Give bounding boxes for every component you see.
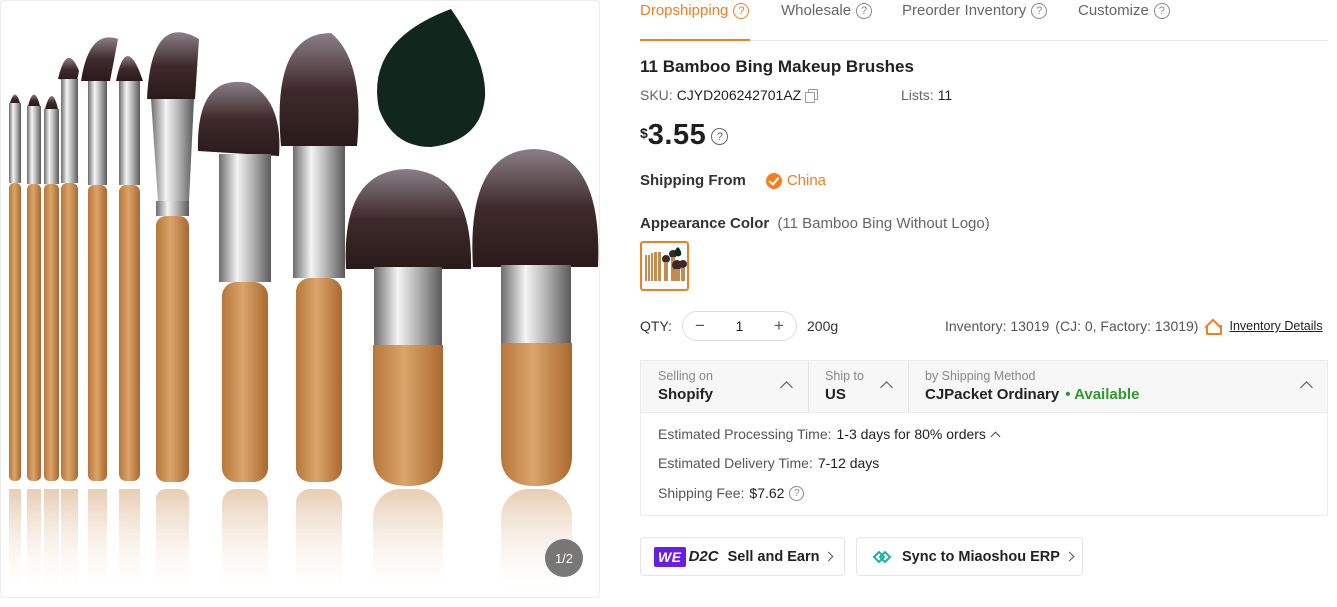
decrement-button[interactable]: − [692, 316, 708, 336]
availability-status: • Available [1065, 386, 1140, 403]
quantity-row: QTY: − 1 + 200g Inventory: 13019 (CJ: 0,… [640, 311, 1328, 341]
sponge [377, 9, 486, 147]
tab-label: Preorder Inventory [902, 2, 1027, 19]
shipping-from: Shipping From China [640, 172, 826, 189]
sync-miaoshou-button[interactable]: Sync to Miaoshou ERP [856, 537, 1083, 576]
miaoshou-logo-icon [872, 550, 892, 563]
lists-label: Lists: [901, 87, 934, 103]
inventory-count: Inventory: 13019 [945, 318, 1050, 334]
shipping-selectors: Selling on Shopify Ship to US by Shippin… [641, 361, 1327, 413]
angled-brush [147, 32, 199, 482]
product-title: 11 Bamboo Bing Makeup Brushes [640, 57, 914, 76]
help-icon[interactable]: ? [733, 3, 750, 19]
chevron-right-icon [1064, 551, 1075, 562]
quantity-stepper: − 1 + [682, 311, 797, 341]
shipping-method-select[interactable]: by Shipping Method CJPacket Ordinary • Av… [908, 361, 1327, 413]
inventory-info: Inventory: 13019 (CJ: 0, Factory: 13019)… [945, 318, 1323, 335]
shipping-from-country[interactable]: China [787, 172, 826, 189]
product-weight: 200g [807, 318, 839, 334]
sell-and-earn-label: Sell and Earn [727, 548, 820, 565]
processing-time-row: Estimated Processing Time: 1-3 days for … [658, 426, 1001, 442]
sync-label: Sync to Miaoshou ERP [902, 548, 1060, 565]
purchase-mode-tabs: Dropshipping ? Wholesale ? Preorder Inve… [640, 0, 1328, 41]
shipping-method-value: CJPacket Ordinary • Available [925, 386, 1327, 403]
d2c-logo-text: D2C [688, 548, 719, 565]
copy-icon[interactable] [805, 89, 819, 103]
processing-time-label: Estimated Processing Time: [658, 426, 832, 442]
help-icon[interactable]: ? [856, 3, 873, 19]
product-info-panel: Dropshipping ? Wholesale ? Preorder Inve… [640, 0, 1328, 607]
appearance-color-label: Appearance Color [640, 215, 770, 232]
inventory-breakdown: (CJ: 0, Factory: 13019) [1055, 318, 1199, 334]
lists-count: Lists: 11 [901, 87, 952, 103]
price-amount: 3.55 [647, 119, 707, 151]
kabuki-brush-2 [472, 149, 599, 486]
product-image-gallery[interactable]: 1/2 [0, 0, 600, 598]
ship-to-label: Ship to [825, 369, 864, 383]
currency-symbol: $ [640, 125, 648, 141]
check-icon [765, 172, 782, 189]
kabuki-brush-1 [345, 169, 472, 486]
help-icon[interactable]: ? [789, 485, 805, 501]
product-photo [9, 9, 599, 597]
tab-label: Dropshipping [640, 2, 729, 19]
shipping-method-label: by Shipping Method [925, 369, 1036, 383]
shipping-estimate-box: Selling on Shopify Ship to US by Shippin… [640, 360, 1328, 516]
slim-brush-4 [58, 57, 79, 481]
slim-brush-5 [81, 37, 118, 481]
quantity-input[interactable]: 1 [736, 318, 744, 334]
delivery-time-row: Estimated Delivery Time: 7-12 days [658, 455, 879, 471]
ship-to-select[interactable]: Ship to US [808, 361, 908, 413]
we-d2c-logo: WE D2C [654, 546, 719, 567]
variant-swatch[interactable] [640, 241, 689, 291]
variant-thumbnail [645, 247, 687, 281]
selling-on-select[interactable]: Selling on Shopify [641, 361, 808, 413]
slim-brush-3 [44, 96, 59, 481]
help-icon[interactable]: ? [1153, 3, 1170, 19]
chevron-right-icon [824, 551, 834, 562]
shipping-fee-label: Shipping Fee: [658, 485, 745, 501]
slim-brush-1 [9, 94, 21, 481]
tab-wholesale[interactable]: Wholesale ? [781, 0, 873, 41]
sell-and-earn-button[interactable]: WE D2C Sell and Earn [640, 537, 845, 576]
slim-brush-6 [116, 56, 143, 481]
help-icon[interactable]: ? [1031, 3, 1048, 19]
inventory-details-link[interactable]: Inventory Details [1229, 319, 1322, 333]
shipping-method-name: CJPacket Ordinary [925, 386, 1060, 403]
tab-preorder-inventory[interactable]: Preorder Inventory ? [902, 0, 1048, 41]
lists-value: 11 [937, 87, 953, 103]
medium-brush-1 [197, 81, 280, 482]
tab-label: Wholesale [781, 2, 852, 19]
image-pager[interactable]: 1/2 [545, 539, 583, 577]
delivery-time-value: 7-12 days [817, 455, 880, 471]
slim-brush-2 [27, 94, 41, 481]
increment-button[interactable]: + [771, 316, 787, 336]
shipping-fee-value: $7.62 [749, 485, 785, 501]
sku-value: CJYD206242701AZ [676, 87, 802, 103]
shipping-fee-row: Shipping Fee: $7.62 ? [658, 485, 805, 501]
qty-label: QTY: [640, 318, 672, 334]
sku-row: SKU: CJYD206242701AZ [640, 87, 819, 103]
sku-label: SKU: [640, 87, 673, 103]
reflection [9, 489, 572, 597]
tab-dropshipping[interactable]: Dropshipping ? [640, 0, 750, 41]
shipping-from-label: Shipping From [640, 172, 746, 189]
tab-customize[interactable]: Customize ? [1078, 0, 1170, 41]
chevron-up-icon[interactable] [990, 431, 1001, 441]
appearance-color-selected: (11 Bamboo Bing Without Logo) [777, 215, 990, 232]
product-price: $ 3.55 ? [640, 119, 729, 152]
we-logo-text: WE [654, 546, 686, 567]
help-icon[interactable]: ? [711, 128, 729, 145]
tab-label: Customize [1078, 2, 1149, 19]
delivery-time-label: Estimated Delivery Time: [658, 455, 813, 471]
ship-to-value: US [825, 386, 846, 403]
appearance-color: Appearance Color (11 Bamboo Bing Without… [640, 215, 990, 232]
processing-time-value: 1-3 days for 80% orders [836, 426, 986, 442]
warehouse-icon [1205, 319, 1223, 335]
